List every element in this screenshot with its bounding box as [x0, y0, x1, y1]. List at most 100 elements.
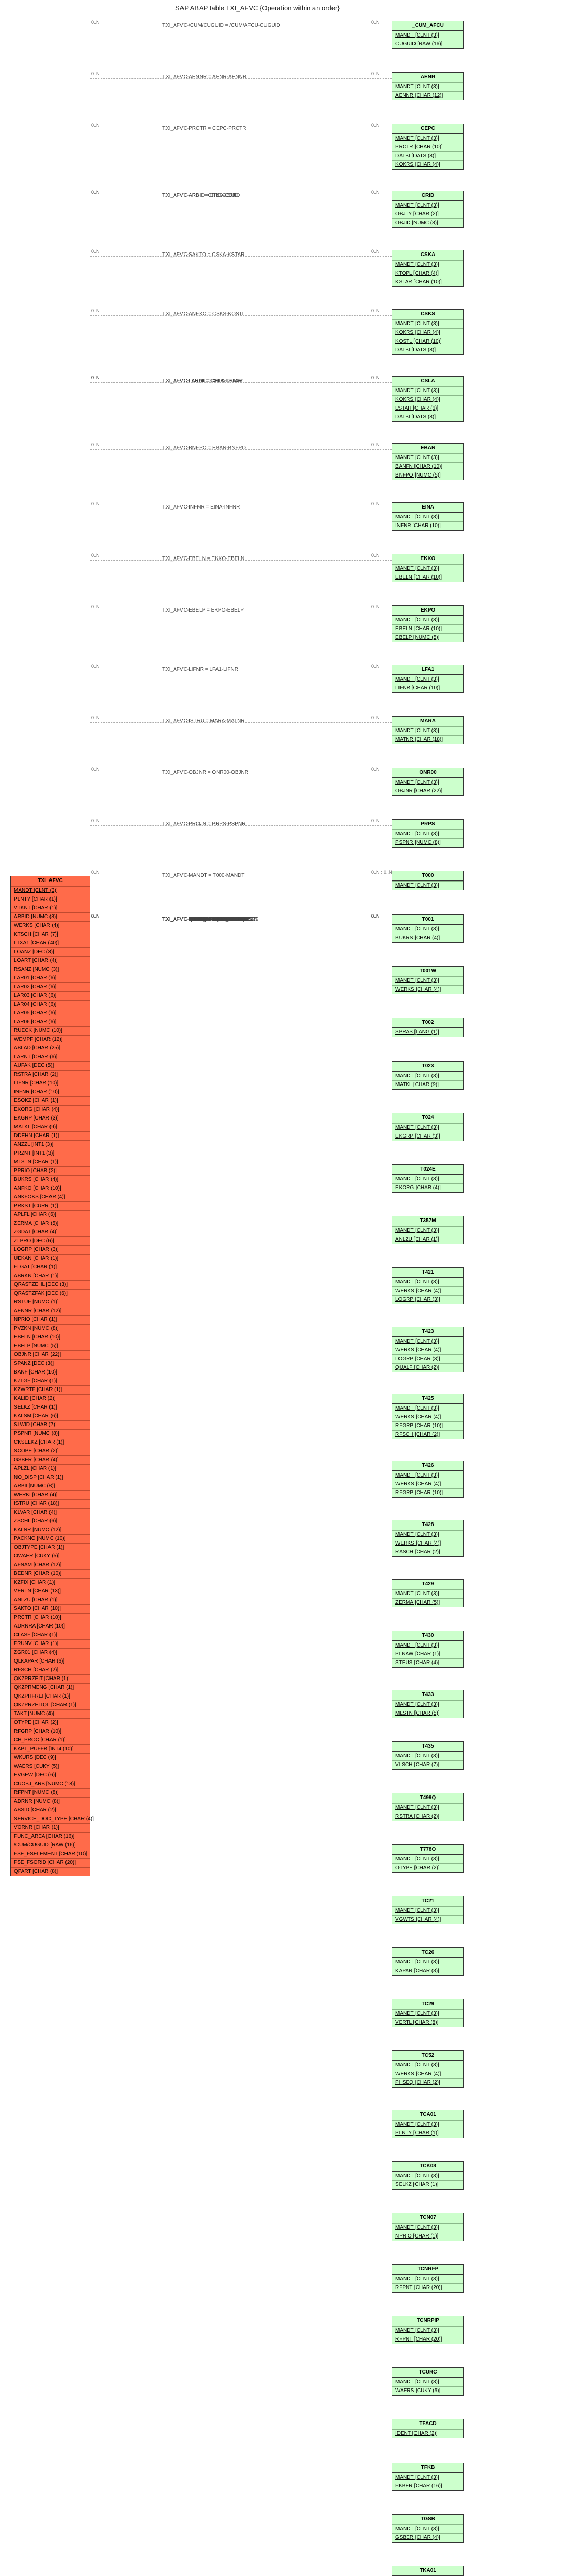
- entity-t778o: T778OMANDT [CLNT (3)]OTYPE [CHAR (2)]: [392, 1844, 464, 1873]
- main-field: SCOPE [CHAR (2)]: [11, 1447, 90, 1455]
- main-field: ZLPRO [DEC (6)]: [11, 1236, 90, 1245]
- main-field: LAR02 [CHAR (6)]: [11, 982, 90, 991]
- entity-field: STEUS [CHAR (4)]: [392, 1658, 463, 1667]
- entity-field: MANDT [CLNT (3)]: [392, 2473, 463, 2482]
- main-field: LAR01 [CHAR (6)]: [11, 974, 90, 982]
- entity-tc21: TC21MANDT [CLNT (3)]VGWTS [CHAR (4)]: [392, 1896, 464, 1924]
- main-field: PSPNR [NUMC (8)]: [11, 1429, 90, 1438]
- cardinality-label: 0..N: [371, 190, 380, 195]
- main-field: NPRIO [CHAR (1)]: [11, 1315, 90, 1324]
- join-condition: TXI_AFVC-ISTRU = MARA-MATNR: [162, 718, 245, 724]
- cardinality-label: 0..N: [371, 375, 380, 380]
- entity-header: EKPO: [392, 606, 463, 616]
- entity-field: EBELN [CHAR (10)]: [392, 624, 463, 633]
- entity-ekpo: EKPOMANDT [CLNT (3)]EBELN [CHAR (10)]EBE…: [392, 605, 464, 642]
- main-field: SPANZ [DEC (3)]: [11, 1359, 90, 1368]
- main-field: QPART [CHAR (8)]: [11, 1867, 90, 1876]
- main-field: EKGRP [CHAR (3)]: [11, 1114, 90, 1123]
- entity-header: T421: [392, 1268, 463, 1278]
- entity-field: WAERS [CUKY (5)]: [392, 2386, 463, 2395]
- main-field: EVGEW [DEC (6)]: [11, 1771, 90, 1780]
- main-field: PRZNT [INT1 (3)]: [11, 1149, 90, 1158]
- entity-field: ZERMA [CHAR (5)]: [392, 1598, 463, 1607]
- entity-field: PLNTY [CHAR (1)]: [392, 2129, 463, 2138]
- cardinality-label: 0..N: [371, 553, 380, 558]
- entity-field: MANDT [CLNT (3)]: [392, 1337, 463, 1346]
- main-field: LAR03 [CHAR (6)]: [11, 991, 90, 1000]
- main-field: RFPNT [NUMC (8)]: [11, 1788, 90, 1797]
- entity-t426: T426MANDT [CLNT (3)]WERKS [CHAR (4)]RFGR…: [392, 1461, 464, 1498]
- entity-field: VGWTS [CHAR (4)]: [392, 1915, 463, 1924]
- entity-t423: T423MANDT [CLNT (3)]WERKS [CHAR (4)]LOGR…: [392, 1327, 464, 1372]
- main-field: ZSCHL [CHAR (6)]: [11, 1517, 90, 1526]
- entity-field: MANDT [CLNT (3)]: [392, 925, 463, 934]
- join-condition: TXI_AFVC-LARNT = CSLA-LSTAR: [162, 378, 243, 384]
- entity-field: MANDT [CLNT (3)]: [392, 201, 463, 210]
- main-field: AFNAM [CHAR (12)]: [11, 1561, 90, 1569]
- main-field: LOGRP [CHAR (3)]: [11, 1245, 90, 1254]
- main-field: PRKST [CURR (1)]: [11, 1201, 90, 1210]
- main-field: APLFL [CHAR (6)]: [11, 1210, 90, 1219]
- entity-t002: T002SPRAS [LANG (1)]: [392, 1018, 464, 1037]
- main-field: FLGAT [CHAR (1)]: [11, 1263, 90, 1272]
- entity-field: MANDT [CLNT (3)]: [392, 2326, 463, 2335]
- entity-field: MANDT [CLNT (3)]: [392, 616, 463, 624]
- entity-field: LSTAR [CHAR (6)]: [392, 404, 463, 413]
- main-field: QLKAPAR [CHAR (6)]: [11, 1657, 90, 1666]
- main-field: ADRNRA [CHAR (10)]: [11, 1622, 90, 1631]
- cardinality-label: 0..N: [371, 308, 380, 313]
- main-field: RUECK [NUMC (10)]: [11, 1026, 90, 1035]
- entity-header: T499Q: [392, 1793, 463, 1803]
- cardinality-label: 0..N: [371, 664, 380, 669]
- cardinality-label: 0..N: [371, 20, 380, 25]
- entity-t357m: T357MMANDT [CLNT (3)]ANLZU [CHAR (1)]: [392, 1216, 464, 1244]
- join-condition: TXI_AFVC-LIFNR = LFA1-LIFNR: [162, 667, 238, 672]
- entity-field: MANDT [CLNT (3)]: [392, 976, 463, 985]
- entity-field: WERKS [CHAR (4)]: [392, 1413, 463, 1421]
- entity-header: TC52: [392, 2051, 463, 2061]
- entity-field: MANDT [CLNT (3)]: [392, 675, 463, 684]
- main-field: APLZL [CHAR (1)]: [11, 1464, 90, 1473]
- entity-field: DATBI [DATS (8)]: [392, 151, 463, 160]
- entity-field: EKORG [CHAR (4)]: [392, 1183, 463, 1192]
- main-field: ABLAD [CHAR (25)]: [11, 1044, 90, 1053]
- entity-header: TC21: [392, 1896, 463, 1906]
- cardinality-label: 0..N: [371, 501, 380, 506]
- entity-t433: T433MANDT [CLNT (3)]MLSTN [CHAR (5)]: [392, 1690, 464, 1718]
- entity-field: AENNR [CHAR (12)]: [392, 91, 463, 100]
- main-field: RSTRA [CHAR (2)]: [11, 1070, 90, 1079]
- main-field: QKZPRMENG [CHAR (1)]: [11, 1683, 90, 1692]
- entity-field: MATKL [CHAR (9)]: [392, 1080, 463, 1089]
- cardinality-label-left: 0..N: [91, 190, 100, 195]
- main-field: EKORG [CHAR (4)]: [11, 1105, 90, 1114]
- entity-header: T426: [392, 1461, 463, 1471]
- main-field: OTYPE [CHAR (2)]: [11, 1718, 90, 1727]
- entity-t499q: T499QMANDT [CLNT (3)]RSTRA [CHAR (2)]: [392, 1793, 464, 1821]
- entity-field: MANDT [CLNT (3)]: [392, 829, 463, 838]
- main-field: AUFAK [DEC (5)]: [11, 1061, 90, 1070]
- main-field: KALNR [NUMC (12)]: [11, 1526, 90, 1534]
- main-field: WEMPF [CHAR (12)]: [11, 1035, 90, 1044]
- entity-eina: EINAMANDT [CLNT (3)]INFNR [CHAR (10)]: [392, 502, 464, 531]
- entity-field: VERTL [CHAR (8)]: [392, 2018, 463, 2027]
- entity-header: T433: [392, 1690, 463, 1700]
- entity-t429: T429MANDT [CLNT (3)]ZERMA [CHAR (5)]: [392, 1579, 464, 1607]
- entity-field: MANDT [CLNT (3)]: [392, 2120, 463, 2129]
- main-field: LTXA1 [CHAR (40)]: [11, 939, 90, 947]
- entity-header: T425: [392, 1394, 463, 1404]
- main-field: WERKS [CHAR (4)]: [11, 921, 90, 930]
- main-field: LOART [CHAR (4)]: [11, 956, 90, 965]
- main-field: AENNR [CHAR (12)]: [11, 1307, 90, 1315]
- entity-header: ONR00: [392, 768, 463, 778]
- main-field: SLWID [CHAR (7)]: [11, 1420, 90, 1429]
- entity-header: PRPS: [392, 820, 463, 829]
- entity-field: RFPNT [CHAR (20)]: [392, 2335, 463, 2344]
- entity-header: EBAN: [392, 444, 463, 453]
- main-field: WERKI [CHAR (4)]: [11, 1490, 90, 1499]
- cardinality-label-left: 0..N: [91, 664, 100, 669]
- main-field: KALSM [CHAR (6)]: [11, 1412, 90, 1420]
- cardinality-label: 0..N: [371, 249, 380, 254]
- main-field: NO_DISP [CHAR (1)]: [11, 1473, 90, 1482]
- entity-field: MANDT [CLNT (3)]: [392, 1906, 463, 1915]
- entity-header: TC29: [392, 1999, 463, 2009]
